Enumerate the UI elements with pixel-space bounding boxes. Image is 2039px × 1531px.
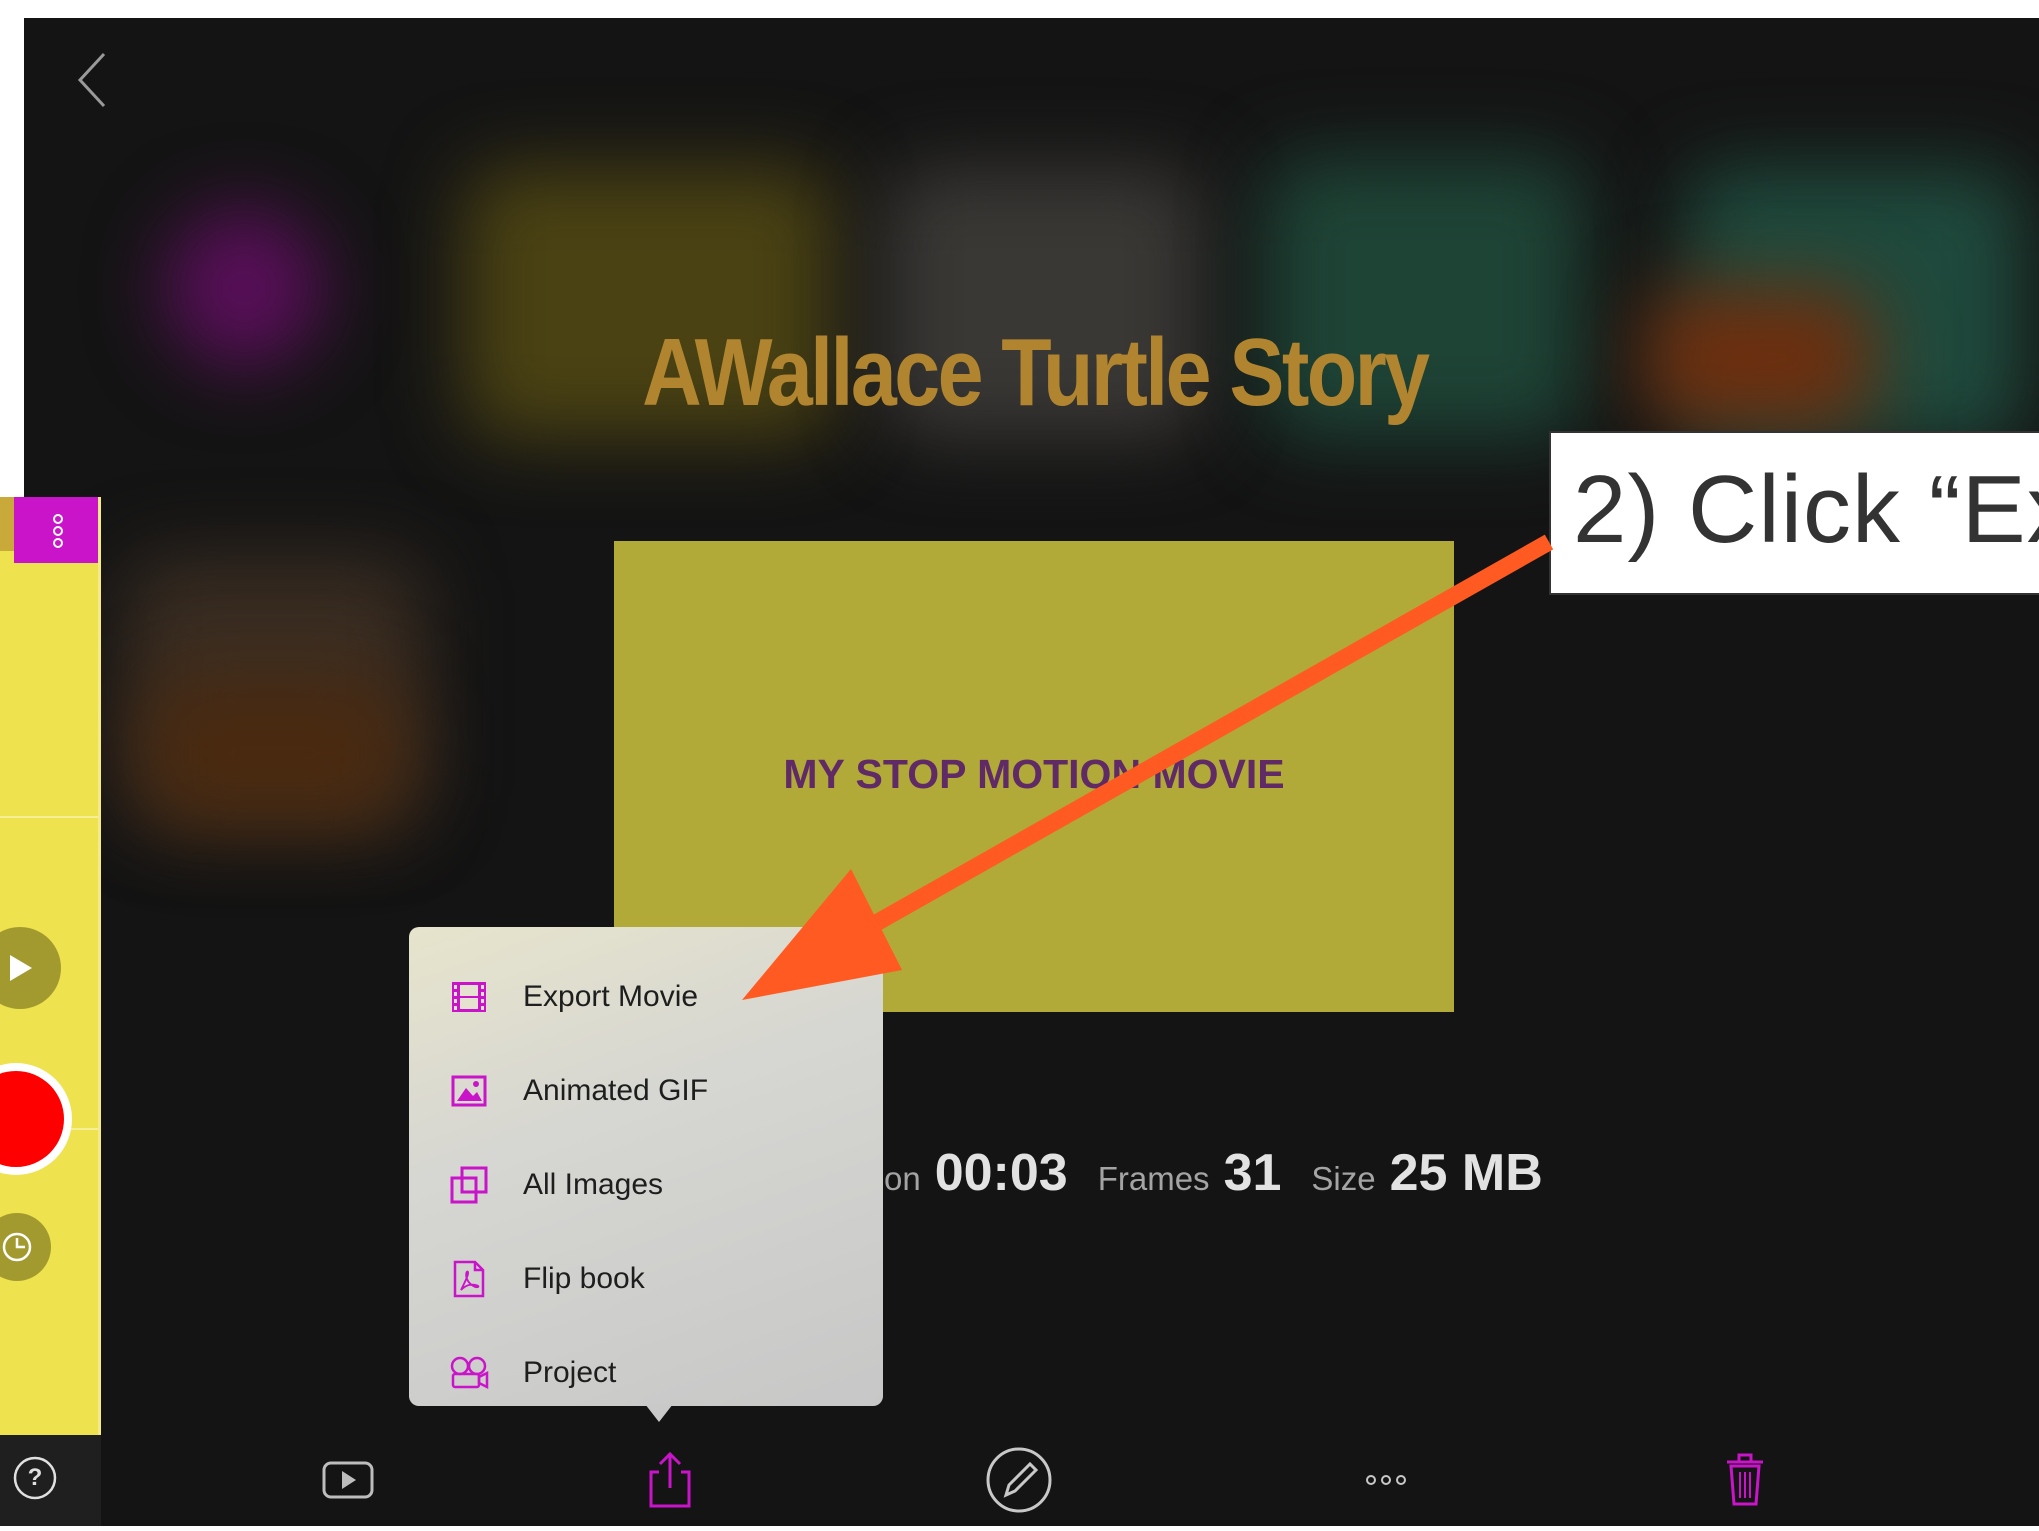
size-value: 25 MB — [1389, 1144, 1543, 1202]
pdf-icon — [449, 1259, 489, 1299]
stacked-images-icon — [449, 1165, 489, 1205]
duration-value: 00:03 — [934, 1144, 1068, 1202]
preview-title-text: MY STOP MOTION MOVIE — [783, 751, 1285, 797]
frames-label: Frames — [1097, 1160, 1210, 1197]
play-icon — [322, 1461, 374, 1499]
bottom-toolbar — [24, 1434, 2039, 1526]
menu-item-export-movie[interactable]: Export Movie — [409, 950, 883, 1044]
play-button[interactable] — [308, 1434, 388, 1526]
edit-icon — [986, 1447, 1052, 1513]
more-icon — [1366, 1475, 1406, 1485]
trash-icon — [1727, 1453, 1763, 1506]
menu-item-label: Animated GIF — [523, 1074, 709, 1107]
panel-menu-button[interactable] — [44, 511, 74, 551]
popover-tail — [645, 1404, 673, 1422]
share-button[interactable] — [630, 1434, 710, 1526]
side-panel: ? — [0, 497, 101, 1526]
bg-thumbnail — [144, 678, 404, 828]
more-button[interactable] — [1346, 1434, 1426, 1526]
vertical-dots-icon — [53, 514, 63, 548]
menu-item-label: Project — [523, 1356, 617, 1389]
image-icon — [449, 1071, 489, 1111]
tutorial-callout: 2) Click “Ex — [1549, 431, 2039, 595]
help-label: ? — [27, 1464, 43, 1491]
export-menu: Export Movie Animated GIF All Images Fli… — [409, 927, 883, 1406]
share-icon — [649, 1451, 691, 1508]
record-icon — [0, 1063, 72, 1175]
callout-text: 2) Click “Ex — [1573, 456, 2039, 563]
play-icon — [0, 927, 61, 1009]
back-button[interactable] — [58, 40, 118, 120]
delete-button[interactable] — [1705, 1434, 1785, 1526]
side-panel-graphic — [0, 497, 101, 1526]
timer-icon — [0, 1213, 51, 1281]
menu-item-animated-gif[interactable]: Animated GIF — [409, 1044, 883, 1138]
help-button[interactable]: ? — [12, 1455, 58, 1501]
panel-play-button[interactable] — [0, 927, 62, 1009]
frames-value: 31 — [1223, 1144, 1282, 1202]
movie-camera-icon — [449, 1353, 489, 1393]
edit-button[interactable] — [979, 1434, 1059, 1526]
project-stats: on 00:03 Frames 31 Size 25 MB — [884, 1143, 1573, 1223]
menu-item-label: All Images — [523, 1168, 664, 1201]
menu-item-label: Flip book — [523, 1262, 645, 1295]
menu-item-flip-book[interactable]: Flip book — [409, 1232, 883, 1326]
size-label: Size — [1311, 1160, 1376, 1197]
duration-label: on — [884, 1160, 921, 1197]
film-strip-icon — [449, 977, 489, 1017]
record-button[interactable] — [0, 1063, 74, 1175]
timer-button[interactable] — [0, 1212, 52, 1282]
menu-item-all-images[interactable]: All Images — [409, 1138, 883, 1232]
app-screen: AWallace Turtle Story MY STOP MOTION MOV… — [24, 18, 2039, 1526]
menu-item-label: Export Movie — [523, 980, 699, 1013]
chevron-left-icon — [77, 52, 106, 108]
project-title: AWallace Turtle Story — [642, 319, 1430, 426]
